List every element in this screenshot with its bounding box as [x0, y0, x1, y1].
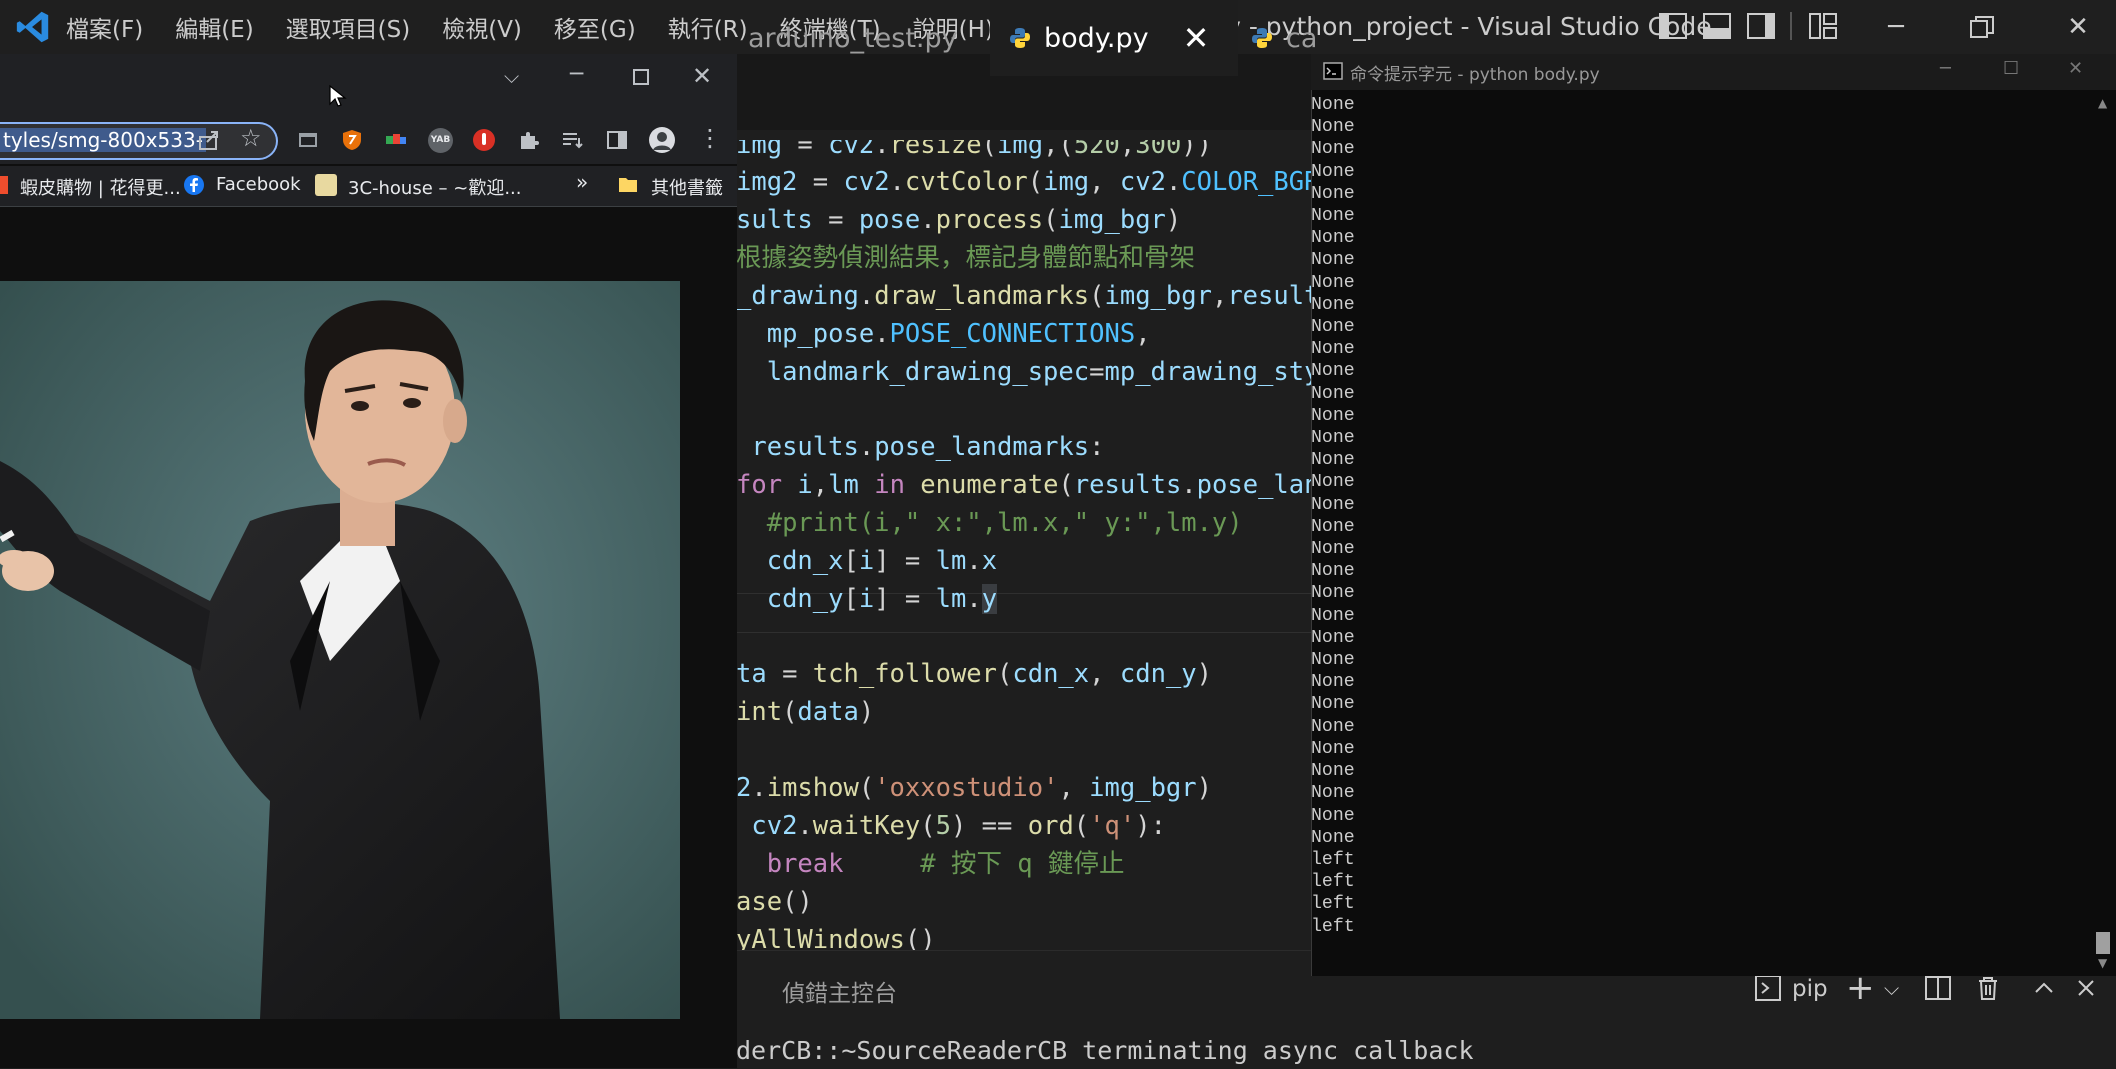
menu-edit[interactable]: 編輯(E): [175, 10, 253, 44]
extension-red-hand-icon[interactable]: [472, 128, 496, 152]
terminal-name[interactable]: pip: [1792, 976, 1828, 1002]
profile-avatar[interactable]: [648, 126, 676, 154]
code-line: sults = pose.process(img_bgr): [736, 205, 1182, 235]
share-icon[interactable]: [197, 128, 221, 152]
chevron-down-icon[interactable]: ⌵: [1884, 976, 1899, 1000]
code-line: for i,lm in enumerate(results.pose_landm…: [736, 470, 1316, 500]
browser-tabstrip: [0, 54, 737, 122]
code-line: landmark_drawing_spec=mp_drawing_styles.…: [766, 357, 1316, 387]
titlebar-divider: [1790, 12, 1792, 40]
scrollbar-thumb[interactable]: [2096, 932, 2110, 954]
trash-icon[interactable]: [1974, 974, 2002, 1002]
code-line: 2.imshow('oxxostudio', img_bgr): [736, 773, 1212, 803]
bookmark-star-icon[interactable]: ☆: [240, 124, 262, 152]
code-line: cdn_y[i] = lm.y: [766, 584, 998, 614]
toggle-panel-icon[interactable]: [1702, 12, 1732, 40]
tab-label: body.py: [1044, 22, 1149, 54]
bookmarks-overflow-icon[interactable]: »: [576, 170, 588, 194]
vscode-logo-icon[interactable]: [14, 8, 52, 46]
page-image: [0, 281, 680, 1019]
code-line: img = cv2.resize(img,(520,300)): [736, 140, 1213, 160]
toggle-primary-sidebar-icon[interactable]: [1658, 12, 1688, 40]
tab-label: ca: [1286, 22, 1318, 54]
code-line: #print(i," x:",lm.x," y:",lm.y): [766, 508, 1243, 538]
shopee-icon: [0, 176, 8, 194]
scroll-down-icon[interactable]: ▼: [2098, 956, 2107, 970]
close-window-icon[interactable]: ✕: [2058, 10, 2098, 44]
browser-minimize-icon[interactable]: ─: [570, 62, 583, 87]
code-line: int(data): [736, 697, 875, 727]
split-terminal-icon[interactable]: [1924, 974, 1952, 1002]
extension-shield-icon[interactable]: [340, 128, 364, 152]
mouse-cursor-icon: [329, 84, 347, 107]
cmd-title: 命令提示字元 - python body.py: [1350, 65, 1600, 85]
tab-body-py[interactable]: body.py ✕: [990, 0, 1238, 76]
folder-icon: [619, 178, 637, 192]
toggle-secondary-sidebar-icon[interactable]: [1746, 12, 1776, 40]
close-tab-icon[interactable]: ✕: [1183, 19, 1210, 57]
restore-icon[interactable]: [1968, 14, 1996, 40]
menu-selection[interactable]: 選取項目(S): [286, 10, 411, 44]
bookmark-3c-house[interactable]: 3C-house – ~歡迎...: [348, 174, 522, 200]
tab-debug-console[interactable]: 偵錯主控台: [782, 974, 897, 1008]
maximize-panel-icon[interactable]: [2030, 974, 2058, 1002]
cmd-close-icon[interactable]: ✕: [2068, 58, 2083, 79]
customize-layout-icon[interactable]: [1808, 12, 1838, 40]
code-line: results.pose_landmarks:: [751, 432, 1105, 462]
extension-yab-icon[interactable]: YAB: [428, 128, 453, 153]
code-line: cv2.waitKey(5) == ord('q'):: [751, 811, 1166, 841]
cmd-maximize-icon[interactable]: ☐: [2003, 58, 2019, 79]
man-at-chalkboard-illustration: [0, 281, 680, 1019]
terminal-icon: [1755, 975, 1781, 1001]
3c-house-icon: [315, 174, 337, 196]
browser-close-icon[interactable]: ✕: [692, 62, 712, 90]
terminal-output-line: derCB::~SourceReaderCB terminating async…: [736, 1036, 1474, 1065]
code-line: 根據姿勢偵測結果，標記身體節點和骨架: [736, 243, 1196, 273]
minimize-icon[interactable]: ─: [1876, 10, 1916, 44]
code-line: break # 按下 q 鍵停止: [766, 849, 1125, 879]
cmd-minimize-icon[interactable]: ─: [1940, 58, 1951, 79]
tab-search-chevron-icon[interactable]: ⌵: [504, 64, 519, 88]
code-line: ta = tch_follower(cdn_x, cdn_y): [736, 659, 1212, 689]
code-line: img2 = cv2.cvtColor(img, cv2.COLOR_BGR2R…: [736, 167, 1316, 197]
extension-window-icon[interactable]: [296, 128, 320, 152]
cmd-icon: [1323, 62, 1343, 80]
menu-file[interactable]: 檔案(F): [66, 10, 143, 44]
code-line: mp_pose.POSE_CONNECTIONS,: [766, 319, 1151, 349]
menu-go[interactable]: 移至(G): [554, 10, 636, 44]
browser-maximize-icon[interactable]: [632, 68, 650, 86]
code-editor[interactable]: img = cv2.resize(img,(520,300)) img2 = c…: [736, 140, 1316, 950]
python-file-icon: [1010, 28, 1030, 48]
code-line: _drawing.draw_landmarks(img_bgr,results.…: [736, 281, 1316, 311]
menu-view[interactable]: 檢視(V): [442, 10, 522, 44]
side-panel-icon[interactable]: [605, 128, 629, 152]
bookmark-facebook[interactable]: Facebook: [216, 174, 301, 195]
extension-color-icon[interactable]: [384, 128, 408, 152]
extensions-puzzle-icon[interactable]: [517, 128, 541, 152]
bookmark-other[interactable]: 其他書籤: [651, 174, 723, 200]
cmd-scrollbar[interactable]: ▲ ▼: [2090, 92, 2114, 974]
browser-menu-icon[interactable]: ⋮: [698, 124, 722, 152]
scroll-up-icon[interactable]: ▲: [2098, 96, 2107, 110]
facebook-icon: [184, 175, 204, 195]
python-file-icon: [1252, 28, 1272, 48]
code-line: ase(): [736, 887, 813, 917]
code-line: yAllWindows(): [736, 925, 936, 950]
close-panel-icon[interactable]: [2072, 974, 2100, 1002]
tab-label: arduino_test.py: [748, 22, 958, 54]
bookmark-shopee[interactable]: 蝦皮購物 | 花得更...: [20, 174, 181, 200]
reading-list-icon[interactable]: [560, 128, 584, 152]
address-bar-url[interactable]: tyles/smg-800x533-: [0, 128, 206, 152]
cmd-output: None None None None None None None None …: [1311, 95, 1355, 937]
code-line: cdn_x[i] = lm.x: [766, 546, 998, 576]
tab-arduino-test[interactable]: arduino_test.py: [730, 0, 988, 76]
